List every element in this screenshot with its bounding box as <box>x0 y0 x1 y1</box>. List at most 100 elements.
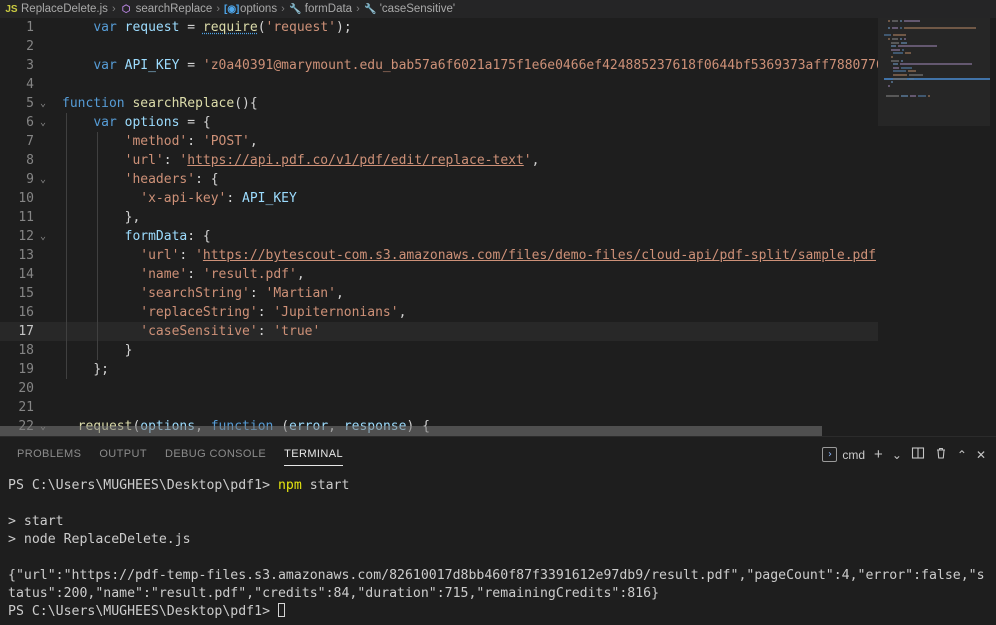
code-line[interactable]: 3 var API_KEY = 'z0a40391@marymount.edu_… <box>0 56 996 75</box>
code-line[interactable]: 7 'method': 'POST', <box>0 132 996 151</box>
breadcrumb-label: ReplaceDelete.js <box>21 3 108 15</box>
line-number: 19 <box>0 360 34 379</box>
fold-chevron-icon[interactable]: ⌄ <box>34 94 52 113</box>
code-line[interactable]: 5⌄function searchReplace(){ <box>0 94 996 113</box>
breadcrumb-item-0[interactable]: JSReplaceDelete.js <box>5 3 108 15</box>
code-line[interactable]: 2 <box>0 37 996 56</box>
line-number: 16 <box>0 303 34 322</box>
code-text: 'replaceString': 'Jupiternonians', <box>52 303 406 322</box>
indent-guide <box>66 113 67 132</box>
line-number: 13 <box>0 246 34 265</box>
new-terminal-icon[interactable]: + <box>874 447 883 462</box>
code-lines-container[interactable]: 1 var request = require('request');23 va… <box>0 18 996 436</box>
indent-guide <box>66 341 67 360</box>
indent-guide <box>97 189 98 208</box>
minimap-scrollbar[interactable] <box>990 18 996 436</box>
code-line[interactable]: 14 'name': 'result.pdf', <box>0 265 996 284</box>
code-line[interactable]: 19 }; <box>0 360 996 379</box>
breadcrumb-item-3[interactable]: 🔧formData <box>289 3 352 15</box>
indent-guide <box>97 265 98 284</box>
fold-gutter <box>34 208 52 227</box>
code-line[interactable]: 6⌄ var options = { <box>0 113 996 132</box>
code-editor[interactable]: 1 var request = require('request');23 va… <box>0 18 996 436</box>
code-text: }, <box>52 208 140 227</box>
code-line[interactable]: 4 <box>0 75 996 94</box>
code-line[interactable]: 9⌄ 'headers': { <box>0 170 996 189</box>
breadcrumb-separator: › <box>281 3 285 15</box>
object-symbol-icon: [◉] <box>224 4 237 15</box>
breadcrumb-label: searchReplace <box>136 3 213 15</box>
indent-guide <box>66 265 67 284</box>
indent-guide <box>66 151 67 170</box>
indent-guide <box>66 303 67 322</box>
line-number: 9 <box>0 170 34 189</box>
code-line[interactable]: 10 'x-api-key': API_KEY <box>0 189 996 208</box>
fold-gutter <box>34 37 52 56</box>
code-line[interactable]: 20 <box>0 379 996 398</box>
code-text: 'name': 'result.pdf', <box>52 265 305 284</box>
fold-chevron-icon[interactable]: ⌄ <box>34 170 52 189</box>
fold-gutter <box>34 360 52 379</box>
breadcrumb-item-1[interactable]: ⬡searchReplace <box>120 3 213 15</box>
breadcrumb[interactable]: JSReplaceDelete.js›⬡searchReplace›[◉]opt… <box>0 0 996 18</box>
code-line[interactable]: 21 <box>0 398 996 417</box>
line-number: 20 <box>0 379 34 398</box>
line-number: 15 <box>0 284 34 303</box>
breadcrumb-item-4[interactable]: 🔧'caseSensitive' <box>364 3 455 15</box>
property-symbol-icon: 🔧 <box>364 4 377 15</box>
panel-tabbar[interactable]: PROBLEMSOUTPUTDEBUG CONSOLETERMINAL › cm… <box>0 437 996 472</box>
fold-chevron-icon[interactable]: ⌄ <box>34 227 52 246</box>
code-line[interactable]: 15 'searchString': 'Martian', <box>0 284 996 303</box>
fold-gutter <box>34 398 52 417</box>
code-line[interactable]: 16 'replaceString': 'Jupiternonians', <box>0 303 996 322</box>
code-text: 'searchString': 'Martian', <box>52 284 344 303</box>
editor-horizontal-scrollbar[interactable] <box>0 426 996 436</box>
minimap[interactable] <box>878 18 996 436</box>
panel-tab-problems[interactable]: PROBLEMS <box>8 437 90 472</box>
terminal-selector[interactable]: › cmd <box>822 447 865 462</box>
terminal-prompt-line: PS C:\Users\MUGHEES\Desktop\pdf1> <box>8 603 988 621</box>
panel-tab-output[interactable]: OUTPUT <box>90 437 156 472</box>
kill-terminal-icon[interactable] <box>934 446 948 463</box>
bottom-panel[interactable]: PROBLEMSOUTPUTDEBUG CONSOLETERMINAL › cm… <box>0 436 996 625</box>
code-text: }; <box>52 360 109 379</box>
chevron-down-icon[interactable]: ⌄ <box>892 449 902 461</box>
panel-tab-terminal[interactable]: TERMINAL <box>275 437 352 472</box>
code-line[interactable]: 12⌄ formData: { <box>0 227 996 246</box>
line-number: 1 <box>0 18 34 37</box>
code-line[interactable]: 18 } <box>0 341 996 360</box>
indent-guide <box>97 132 98 151</box>
indent-guide <box>97 322 98 341</box>
split-terminal-icon[interactable] <box>911 446 925 463</box>
terminal-command: npm <box>278 478 302 493</box>
breadcrumb-label: formData <box>305 3 352 15</box>
indent-guide <box>97 303 98 322</box>
breadcrumb-label: 'caseSensitive' <box>380 3 455 15</box>
close-panel-icon[interactable]: ✕ <box>976 449 986 461</box>
fold-chevron-icon[interactable]: ⌄ <box>34 113 52 132</box>
panel-tabs[interactable]: PROBLEMSOUTPUTDEBUG CONSOLETERMINAL <box>8 437 352 472</box>
code-line[interactable]: 8 'url': 'https://api.pdf.co/v1/pdf/edit… <box>0 151 996 170</box>
breadcrumb-item-2[interactable]: [◉]options <box>224 3 277 15</box>
scrollbar-thumb[interactable] <box>0 426 822 436</box>
code-line[interactable]: 11 }, <box>0 208 996 227</box>
code-text: var options = { <box>52 113 211 132</box>
indent-guide <box>66 322 67 341</box>
panel-actions[interactable]: › cmd + ⌄ ⌃ ✕ <box>822 446 996 463</box>
code-text: function searchReplace(){ <box>52 94 258 113</box>
indent-guide <box>66 246 67 265</box>
indent-guide <box>66 170 67 189</box>
code-line[interactable]: 1 var request = require('request'); <box>0 18 996 37</box>
code-line[interactable]: 13 'url': 'https://bytescout-com.s3.amaz… <box>0 246 996 265</box>
terminal-line: {"url":"https://pdf-temp-files.s3.amazon… <box>8 567 988 603</box>
code-line[interactable]: 17 'caseSensitive': 'true' <box>0 322 996 341</box>
fold-gutter <box>34 303 52 322</box>
terminal-output[interactable]: PS C:\Users\MUGHEES\Desktop\pdf1> npm st… <box>0 472 996 625</box>
panel-tab-debug-console[interactable]: DEBUG CONSOLE <box>156 437 275 472</box>
line-number: 2 <box>0 37 34 56</box>
code-text: } <box>52 341 132 360</box>
fold-gutter <box>34 189 52 208</box>
maximize-panel-icon[interactable]: ⌃ <box>957 449 967 461</box>
fold-gutter <box>34 151 52 170</box>
line-number: 7 <box>0 132 34 151</box>
